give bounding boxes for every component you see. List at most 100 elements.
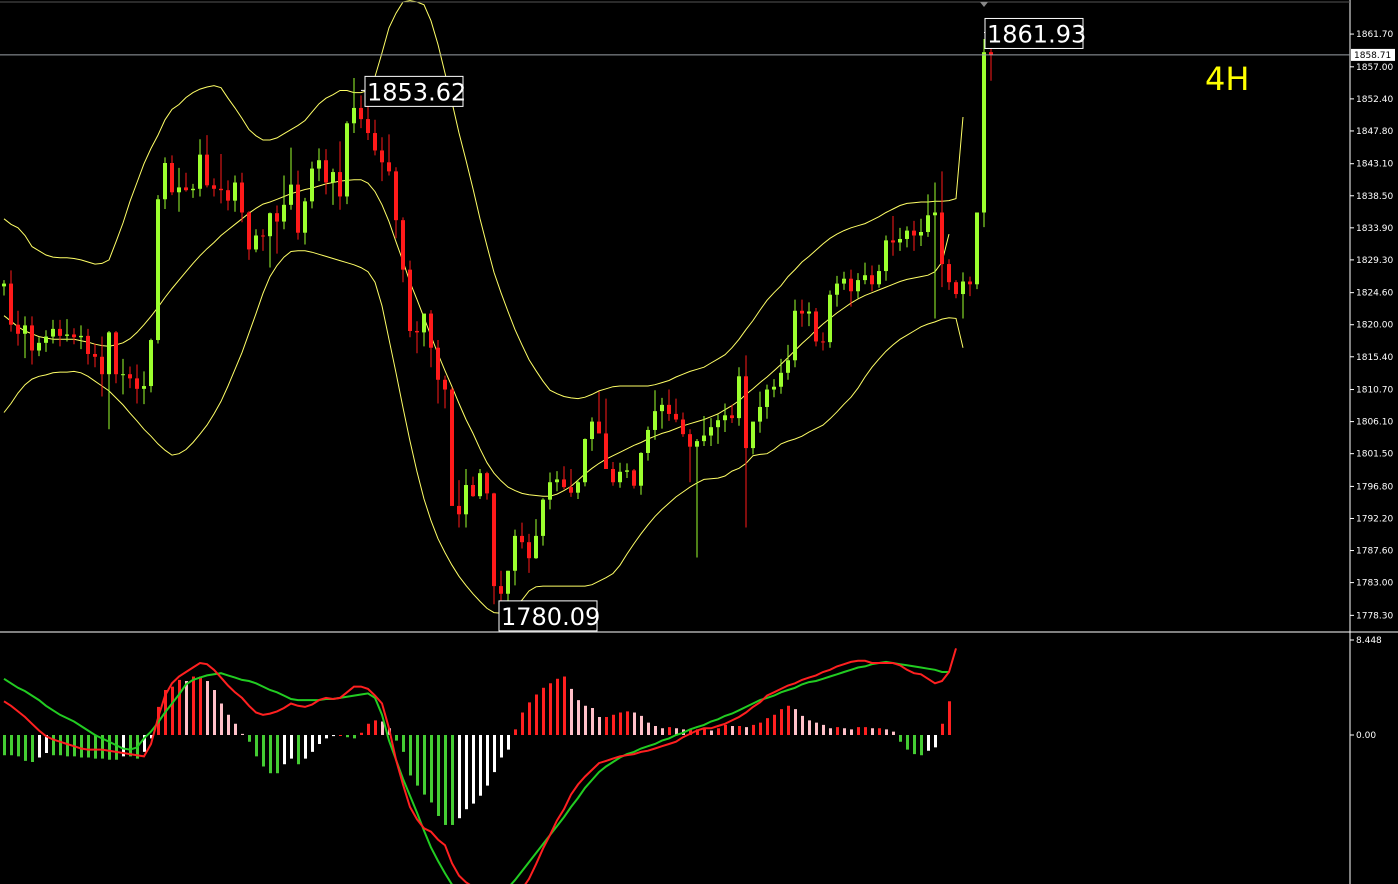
candle-bull: [877, 271, 881, 285]
macd-histogram-bar: [745, 727, 748, 735]
macd-histogram-bar: [801, 715, 804, 735]
candle-bear: [114, 332, 118, 375]
macd-histogram-bar: [822, 724, 825, 735]
candle-bull: [716, 420, 720, 428]
candle-bear: [800, 310, 804, 314]
candle-bull: [583, 439, 587, 483]
candle-bear: [688, 434, 692, 447]
candle-bull: [653, 411, 657, 430]
candle-bull: [618, 471, 622, 483]
candle-bull: [646, 429, 650, 453]
candle-bull: [828, 294, 832, 343]
macd-histogram-bar: [451, 735, 454, 825]
candle-bull: [121, 374, 125, 376]
candle-bear: [485, 473, 489, 494]
candle-bear: [401, 220, 405, 270]
macd-histogram-bar: [563, 676, 566, 735]
candle-bull: [331, 172, 335, 183]
macd-histogram-bar: [654, 726, 657, 735]
candle-bull: [345, 123, 349, 197]
candle-bull: [37, 342, 41, 351]
macd-histogram-bar: [633, 712, 636, 735]
candle-bull: [807, 311, 811, 314]
macd-histogram-bar: [885, 729, 888, 735]
macd-histogram-bar: [570, 688, 573, 735]
candle-bear: [562, 479, 566, 488]
macd-histogram-bar: [395, 735, 398, 741]
macd-histogram-bar: [920, 735, 923, 756]
candle-bear: [387, 162, 391, 172]
price-tick-label: 1801.50: [1356, 450, 1393, 460]
candle-bull: [898, 238, 902, 243]
candle-bull: [163, 163, 167, 200]
candle-bear: [597, 421, 601, 434]
macd-histogram-bar: [535, 694, 538, 735]
candle-bull: [590, 421, 594, 440]
macd-histogram-bar: [941, 723, 944, 735]
macd-histogram-bar: [773, 714, 776, 735]
candle-bull: [282, 204, 286, 222]
candle-bear: [205, 154, 209, 186]
macd-histogram-bar: [731, 726, 734, 735]
candle-bear: [471, 485, 475, 497]
price-tick-label: 1787.60: [1356, 547, 1393, 557]
macd-histogram-bar: [906, 735, 909, 750]
macd-histogram-bar: [927, 735, 930, 751]
candle-bear: [443, 379, 447, 390]
macd-histogram-bar: [276, 735, 279, 774]
candle-bull: [842, 278, 846, 284]
candle-bear: [891, 240, 895, 243]
candle-bear: [240, 182, 244, 213]
macd-histogram-bar: [472, 735, 475, 804]
macd-histogram-bar: [220, 703, 223, 735]
macd-histogram-bar: [283, 735, 286, 765]
candle-bear: [968, 281, 972, 285]
macd-histogram-bar: [423, 735, 426, 795]
candle-bear: [275, 213, 279, 222]
macd-histogram-bar: [409, 735, 412, 776]
macd-histogram-bar: [829, 728, 832, 735]
candle-bear: [58, 328, 62, 336]
macd-histogram-bar: [416, 735, 419, 786]
macd-histogram-bar: [241, 733, 244, 735]
macd-histogram-bar: [528, 702, 531, 735]
macd-tick-label: 0.00: [1356, 731, 1376, 741]
macd-histogram-bar: [206, 681, 209, 735]
macd-histogram-bar: [87, 735, 90, 758]
candle-bear: [30, 325, 34, 351]
candle-bull: [44, 336, 48, 343]
macd-histogram-bar: [430, 735, 433, 803]
candle-bear: [415, 330, 419, 333]
macd-histogram-bar: [717, 728, 720, 735]
macd-histogram-bar: [262, 735, 265, 767]
macd-histogram-bar: [486, 735, 489, 786]
candle-bear: [359, 107, 363, 120]
price-chart[interactable]: 1861.70 1857.00 1852.40 1847.80 1843.10 1838.…: [0, 0, 1398, 884]
macd-histogram-bar: [738, 726, 741, 735]
macd-histogram-bar: [850, 729, 853, 735]
candle-bear: [674, 413, 678, 420]
macd-histogram-bar: [808, 720, 811, 735]
macd-histogram-bar: [360, 732, 363, 735]
candle-bull: [23, 325, 27, 334]
macd-histogram-bar: [780, 709, 783, 735]
macd-histogram-bar: [514, 729, 517, 735]
macd-histogram-bar: [794, 709, 797, 735]
macd-histogram-bar: [766, 718, 769, 735]
macd-histogram-bar: [353, 735, 356, 739]
candle-bear: [947, 264, 951, 283]
candle-bear: [184, 187, 188, 191]
candle-bull: [751, 421, 755, 449]
candle-bear: [86, 335, 90, 354]
candle-bull: [2, 283, 6, 287]
candle-bear: [135, 378, 139, 389]
price-tick-label: 1861.70: [1356, 30, 1393, 40]
candle-bull: [576, 482, 580, 493]
macd-histogram-bar: [304, 735, 307, 759]
price-tick-label: 1843.10: [1356, 160, 1393, 170]
candle-bear: [569, 487, 573, 493]
candle-bear: [870, 275, 874, 285]
macd-histogram-bar: [325, 735, 328, 739]
candle-bear: [632, 470, 636, 486]
candle-bear: [681, 419, 685, 435]
